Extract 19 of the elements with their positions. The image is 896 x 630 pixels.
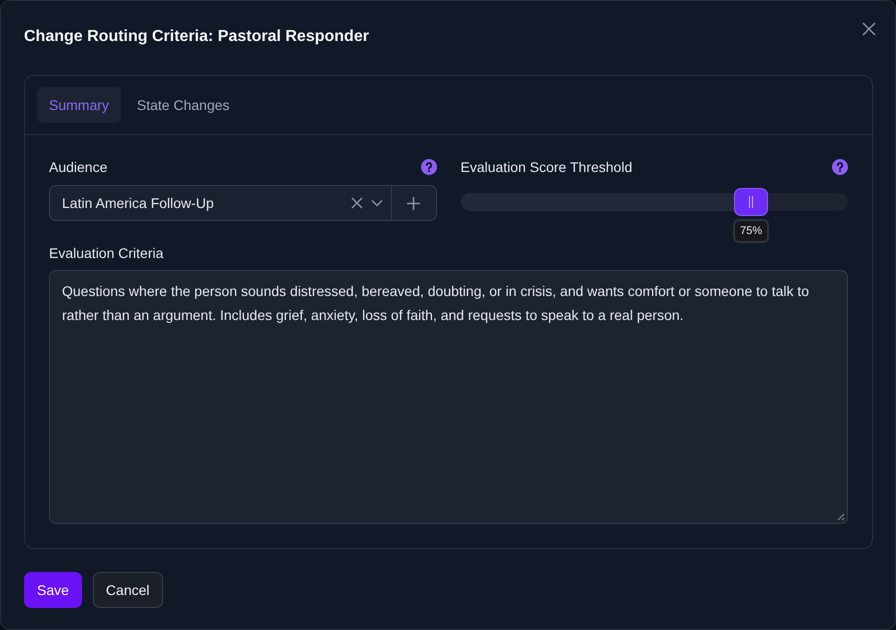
resize-grip-icon[interactable]: [837, 513, 845, 521]
dialog-title: Change Routing Criteria: Pastoral Responder: [24, 28, 369, 46]
field-label: Audience: [49, 159, 108, 175]
value-tooltip: 75%: [733, 219, 770, 243]
cancel-button[interactable]: Cancel: [92, 572, 163, 608]
field-label: Evaluation Criteria: [49, 245, 164, 261]
help-icon[interactable]: [420, 159, 436, 175]
slider-thumb[interactable]: [734, 188, 768, 216]
help-icon[interactable]: [832, 159, 848, 175]
chevron-down-icon[interactable]: [370, 199, 382, 207]
tab[interactable]: Summary: [37, 87, 121, 123]
audience-select[interactable]: Latin America Follow-Up: [49, 185, 436, 221]
close-button[interactable]: [862, 22, 876, 36]
plus-icon[interactable]: [407, 196, 420, 210]
tab[interactable]: State Changes: [124, 87, 242, 123]
field-label: Evaluation Score Threshold: [460, 159, 632, 175]
criteria-textarea[interactable]: Questions where the person sounds distressed, bereaved, doubting, or in crisis, and wants comfort or someone to talk to rather than an argument. Includes grief, anxiety, loss of faith, and requests to speak to a real person.: [49, 270, 848, 524]
save-button[interactable]: Save: [24, 572, 82, 608]
clear-icon[interactable]: [350, 197, 362, 209]
